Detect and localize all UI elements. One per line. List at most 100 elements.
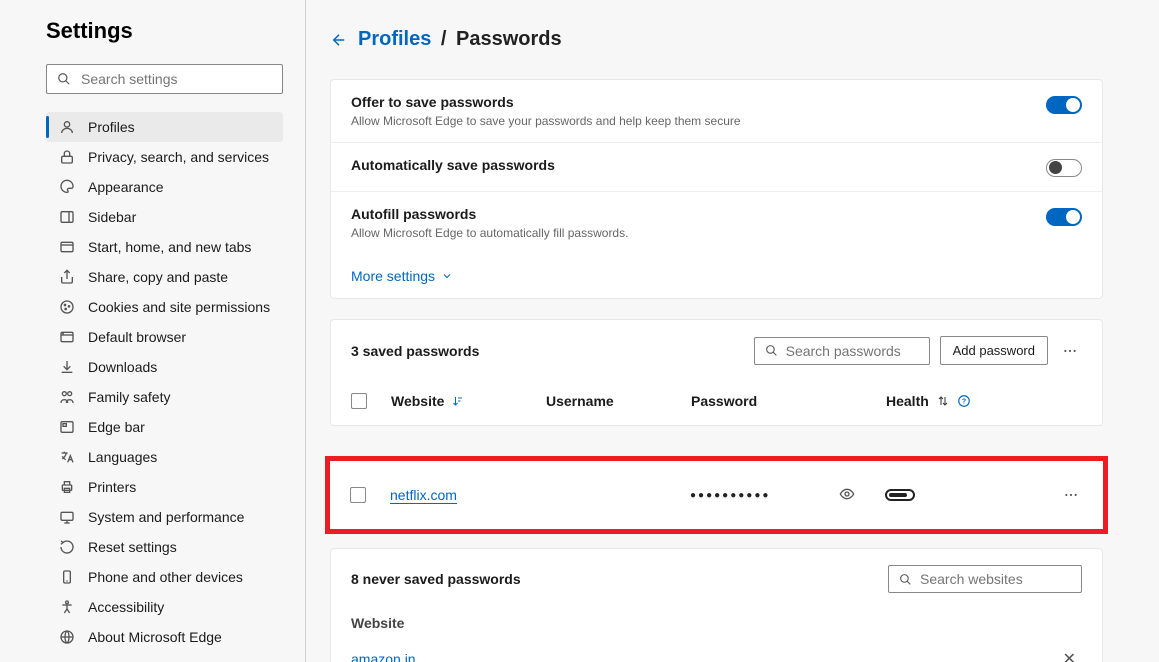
saved-header: 3 saved passwords Add password	[331, 320, 1102, 381]
sidebar-item-lock[interactable]: Privacy, search, and services	[46, 142, 283, 172]
add-password-button[interactable]: Add password	[940, 336, 1048, 365]
never-search-input[interactable]	[920, 571, 1071, 587]
about-icon	[58, 628, 76, 646]
sidebar-item-share[interactable]: Share, copy and paste	[46, 262, 283, 292]
sidebar-item-download[interactable]: Downloads	[46, 352, 283, 382]
search-icon	[57, 72, 71, 86]
sidebar-item-accessibility[interactable]: Accessibility	[46, 592, 283, 622]
sidebar-item-label: Family safety	[88, 389, 170, 405]
saved-search-input[interactable]	[786, 343, 919, 359]
settings-nav: Profiles Privacy, search, and services App…	[46, 112, 283, 652]
saved-more-menu[interactable]	[1058, 339, 1082, 363]
sidebar-item-system[interactable]: System and performance	[46, 502, 283, 532]
sidebar-item-label: Share, copy and paste	[88, 269, 228, 285]
chevron-down-icon	[441, 270, 453, 282]
bar-icon	[58, 418, 76, 436]
sidebar-item-label: Default browser	[88, 329, 186, 345]
offer-save-desc: Allow Microsoft Edge to save your passwo…	[351, 114, 1026, 128]
eye-icon	[839, 486, 855, 502]
never-search[interactable]	[888, 565, 1082, 593]
never-count: 8 never saved passwords	[351, 571, 521, 587]
breadcrumb-parent[interactable]: Profiles	[358, 28, 431, 50]
saved-search[interactable]	[754, 337, 930, 365]
row-site-link[interactable]: netflix.com	[390, 487, 457, 504]
sidebar-item-printer[interactable]: Printers	[46, 472, 283, 502]
svg-text:?: ?	[962, 398, 966, 405]
never-saved-panel: 8 never saved passwords Website amazon.i…	[330, 548, 1103, 662]
settings-search[interactable]	[46, 64, 283, 94]
share-icon	[58, 268, 76, 286]
select-all-checkbox[interactable]	[351, 393, 367, 409]
auto-save-toggle[interactable]	[1046, 159, 1082, 177]
settings-main: Profiles / Passwords Offer to save passw…	[306, 0, 1159, 662]
col-username[interactable]: Username	[546, 393, 691, 409]
offer-save-toggle[interactable]	[1046, 96, 1082, 114]
settings-title: Settings	[46, 18, 283, 44]
sort-updown-icon	[937, 395, 949, 407]
row-more-menu[interactable]	[1059, 483, 1083, 507]
highlighted-row: netflix.com ●●●●●●●●●●	[325, 456, 1108, 534]
sidebar-item-family[interactable]: Family safety	[46, 382, 283, 412]
sidebar-item-label: Cookies and site permissions	[88, 299, 270, 315]
sidebar-item-browser[interactable]: Default browser	[46, 322, 283, 352]
tab-icon	[58, 238, 76, 256]
password-settings-panel: Offer to save passwords Allow Microsoft …	[330, 79, 1103, 299]
more-settings-button[interactable]: More settings	[331, 254, 1102, 298]
phone-icon	[58, 568, 76, 586]
autofill-row: Autofill passwords Allow Microsoft Edge …	[331, 192, 1102, 254]
sidebar-item-cookie[interactable]: Cookies and site permissions	[46, 292, 283, 322]
saved-table-head: Website Username Password Health ?	[331, 381, 1102, 421]
sidebar-item-panel[interactable]: Sidebar	[46, 202, 283, 232]
never-header: 8 never saved passwords	[331, 549, 1102, 605]
autofill-toggle[interactable]	[1046, 208, 1082, 226]
lock-icon	[58, 148, 76, 166]
col-password[interactable]: Password	[691, 393, 886, 409]
search-icon	[765, 344, 778, 357]
sidebar-item-brush[interactable]: Appearance	[46, 172, 283, 202]
sidebar-item-label: About Microsoft Edge	[88, 629, 222, 645]
sidebar-item-label: Reset settings	[88, 539, 177, 555]
health-indicator	[885, 489, 915, 501]
family-icon	[58, 388, 76, 406]
breadcrumb-row: Profiles / Passwords	[330, 28, 1103, 51]
sidebar-item-language[interactable]: Languages	[46, 442, 283, 472]
sidebar-item-about[interactable]: About Microsoft Edge	[46, 622, 283, 652]
sidebar-item-profile[interactable]: Profiles	[46, 112, 283, 142]
brush-icon	[58, 178, 76, 196]
breadcrumb-current: Passwords	[456, 28, 562, 50]
saved-count: 3 saved passwords	[351, 343, 479, 359]
sidebar-item-reset[interactable]: Reset settings	[46, 532, 283, 562]
sidebar-item-label: Languages	[88, 449, 157, 465]
never-col-website: Website	[331, 605, 1102, 639]
sidebar-item-tab[interactable]: Start, home, and new tabs	[46, 232, 283, 262]
never-row: amazon.in ✕	[331, 639, 1102, 662]
sidebar-item-label: Sidebar	[88, 209, 136, 225]
settings-sidebar: Settings Profiles Privacy, search, and se…	[0, 0, 306, 662]
remove-never-button[interactable]: ✕	[1057, 647, 1082, 662]
settings-search-input[interactable]	[81, 71, 272, 87]
never-site-link[interactable]: amazon.in	[351, 651, 416, 662]
row-checkbox[interactable]	[350, 487, 366, 503]
back-button[interactable]	[330, 31, 348, 49]
autofill-desc: Allow Microsoft Edge to automatically fi…	[351, 226, 1026, 240]
auto-save-row: Automatically save passwords	[331, 143, 1102, 192]
sidebar-item-label: Profiles	[88, 119, 135, 135]
printer-icon	[58, 478, 76, 496]
sidebar-item-bar[interactable]: Edge bar	[46, 412, 283, 442]
sidebar-item-label: Start, home, and new tabs	[88, 239, 251, 255]
reveal-password-button[interactable]	[839, 486, 855, 505]
breadcrumb: Profiles / Passwords	[358, 28, 562, 51]
system-icon	[58, 508, 76, 526]
cookie-icon	[58, 298, 76, 316]
info-icon[interactable]: ?	[957, 394, 971, 408]
col-website[interactable]: Website	[391, 393, 546, 409]
sidebar-item-label: Appearance	[88, 179, 164, 195]
sidebar-item-label: Downloads	[88, 359, 157, 375]
sidebar-item-phone[interactable]: Phone and other devices	[46, 562, 283, 592]
autofill-title: Autofill passwords	[351, 206, 1026, 222]
saved-passwords-panel: 3 saved passwords Add password Website U…	[330, 319, 1103, 426]
sidebar-item-label: Privacy, search, and services	[88, 149, 269, 165]
reset-icon	[58, 538, 76, 556]
password-row-netflix[interactable]: netflix.com ●●●●●●●●●●	[330, 461, 1103, 529]
col-health[interactable]: Health ?	[886, 393, 1082, 409]
